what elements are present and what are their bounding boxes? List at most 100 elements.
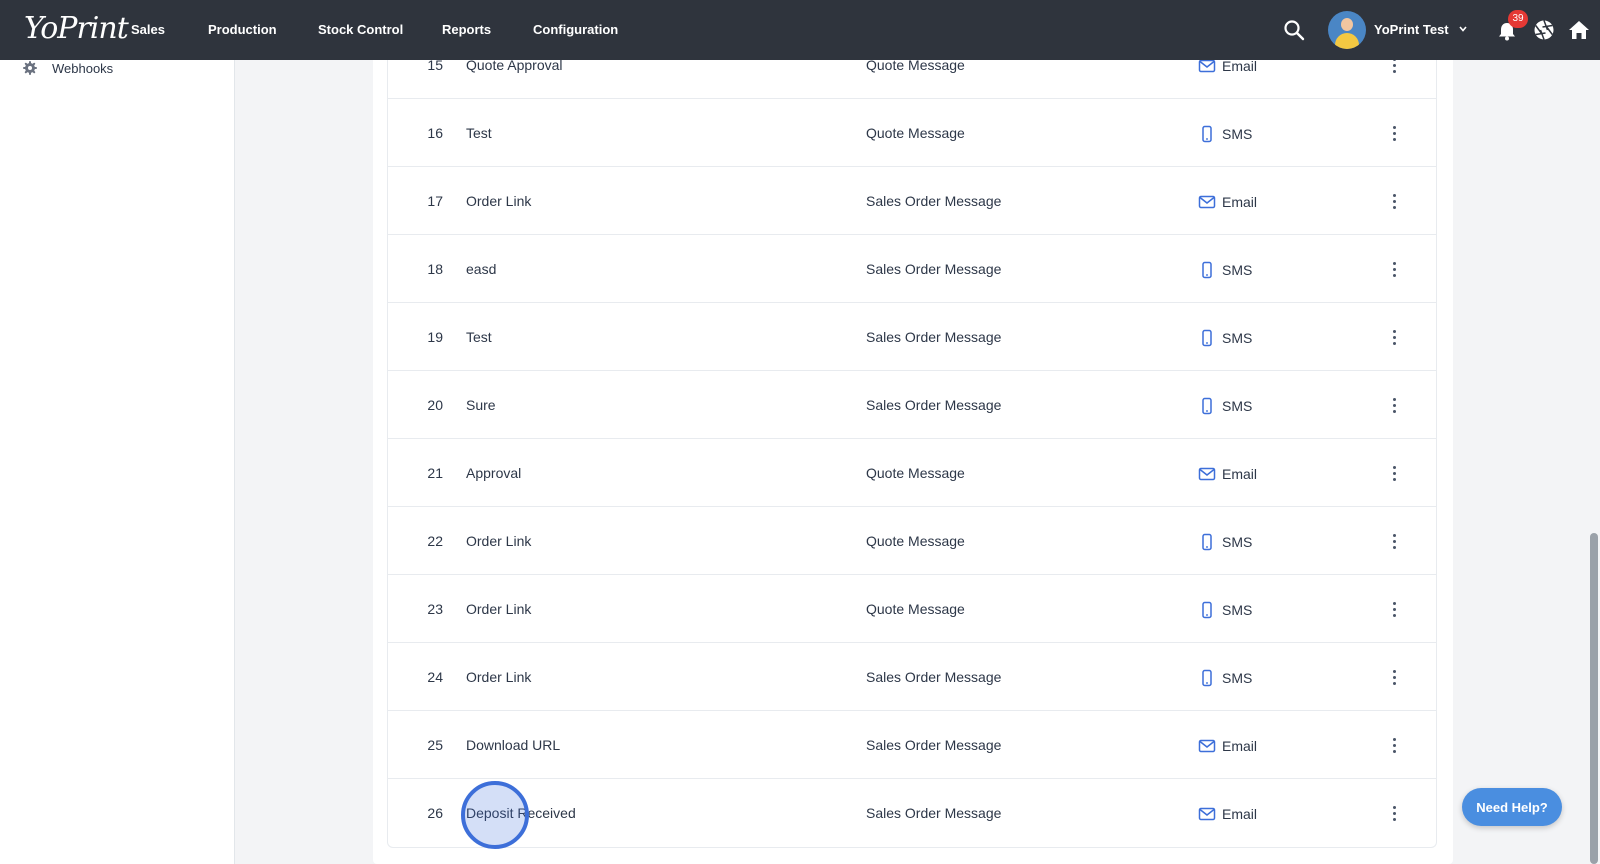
more-options-icon[interactable] — [1388, 663, 1400, 691]
row-id: 26 — [427, 805, 443, 821]
search-icon[interactable] — [1282, 18, 1306, 42]
channel-label: SMS — [1222, 398, 1253, 414]
table-row[interactable]: 19 Test Sales Order Message SMS — [388, 303, 1436, 371]
more-options-icon[interactable] — [1388, 391, 1400, 419]
channel: SMS — [1198, 669, 1252, 687]
template-name[interactable]: Test — [466, 125, 492, 141]
template-type: Quote Message — [866, 533, 965, 549]
nav-stock-control[interactable]: Stock Control — [318, 22, 403, 37]
channel-label: Email — [1222, 466, 1258, 482]
phone-icon — [1202, 329, 1212, 347]
table-row[interactable]: 25 Download URL Sales Order Message Email — [388, 711, 1436, 779]
channel: SMS — [1198, 601, 1252, 619]
channel-label: Email — [1222, 738, 1258, 754]
row-id: 25 — [427, 737, 443, 753]
more-options-icon[interactable] — [1388, 459, 1400, 487]
channel: Email — [1198, 465, 1257, 483]
user-name[interactable]: YoPrint Test — [1374, 22, 1449, 37]
channel-label: Email — [1222, 58, 1258, 74]
template-type: Sales Order Message — [866, 261, 1002, 277]
table-row[interactable]: 20 Sure Sales Order Message SMS — [388, 371, 1436, 439]
email-icon — [1198, 195, 1216, 209]
template-name[interactable]: Test — [466, 329, 492, 345]
template-name[interactable]: Order Link — [466, 193, 531, 209]
channel-label: SMS — [1222, 126, 1253, 142]
template-type: Sales Order Message — [866, 737, 1002, 753]
phone-icon — [1202, 533, 1212, 551]
chevron-down-icon[interactable] — [1457, 22, 1469, 36]
table-row[interactable]: 24 Order Link Sales Order Message SMS — [388, 643, 1436, 711]
sidebar-item-webhooks[interactable]: Webhooks — [22, 60, 113, 76]
more-options-icon[interactable] — [1388, 595, 1400, 623]
table-row[interactable]: 23 Order Link Quote Message SMS — [388, 575, 1436, 643]
template-type: Sales Order Message — [866, 329, 1002, 345]
table-row[interactable]: 21 Approval Quote Message Email — [388, 439, 1436, 507]
phone-icon — [1202, 125, 1212, 143]
more-options-icon[interactable] — [1388, 799, 1400, 827]
table-row[interactable]: 16 Test Quote Message SMS — [388, 99, 1436, 167]
template-name[interactable]: Download URL — [466, 737, 560, 753]
settings-sidebar: Webhooks — [0, 60, 235, 864]
yoprint-logo[interactable]: YoPrint — [24, 9, 129, 49]
row-id: 18 — [427, 261, 443, 277]
more-options-icon[interactable] — [1388, 323, 1400, 351]
template-type: Sales Order Message — [866, 805, 1002, 821]
more-options-icon[interactable] — [1388, 187, 1400, 215]
template-name[interactable]: Order Link — [466, 533, 531, 549]
channel: SMS — [1198, 261, 1252, 279]
channel-label: Email — [1222, 194, 1258, 210]
more-options-icon[interactable] — [1388, 731, 1400, 759]
more-options-icon[interactable] — [1388, 527, 1400, 555]
channel-label: SMS — [1222, 670, 1253, 686]
channel: SMS — [1198, 125, 1252, 143]
template-name[interactable]: Sure — [466, 397, 496, 413]
phone-icon — [1202, 669, 1212, 687]
channel: Email — [1198, 805, 1257, 823]
table-row[interactable]: 26 Deposit Received Sales Order Message Ema… — [388, 779, 1436, 847]
avatar[interactable] — [1328, 11, 1366, 49]
row-id: 23 — [427, 601, 443, 617]
more-options-icon[interactable] — [1388, 119, 1400, 147]
sidebar-item-label: Webhooks — [52, 60, 114, 76]
scrollbar-thumb[interactable] — [1590, 533, 1598, 864]
template-type: Quote Message — [866, 465, 965, 481]
channel-label: SMS — [1222, 602, 1253, 618]
table-row[interactable]: 22 Order Link Quote Message SMS — [388, 507, 1436, 575]
template-type: Sales Order Message — [866, 397, 1002, 413]
template-type: Sales Order Message — [866, 193, 1002, 209]
nav-sales[interactable]: Sales — [131, 22, 165, 37]
template-name[interactable]: Approval — [466, 465, 521, 481]
more-options-icon[interactable] — [1388, 255, 1400, 283]
channel-label: SMS — [1222, 330, 1253, 346]
top-navigation-bar: YoPrint Sales Production Stock Control R… — [0, 0, 1600, 60]
email-icon — [1198, 739, 1216, 753]
aperture-icon[interactable] — [1533, 19, 1555, 41]
template-name[interactable]: Deposit Received — [466, 805, 576, 821]
need-help-button[interactable]: Need Help? — [1462, 788, 1562, 826]
channel-label: SMS — [1222, 534, 1253, 550]
template-name[interactable]: Order Link — [466, 601, 531, 617]
row-id: 16 — [427, 125, 443, 141]
template-name[interactable]: easd — [466, 261, 496, 277]
home-icon[interactable] — [1568, 19, 1590, 41]
channel: Email — [1198, 737, 1257, 755]
gear-icon — [23, 61, 37, 75]
phone-icon — [1202, 601, 1212, 619]
nav-configuration[interactable]: Configuration — [533, 22, 618, 37]
table-row[interactable]: 17 Order Link Sales Order Message Email — [388, 167, 1436, 235]
nav-production[interactable]: Production — [208, 22, 277, 37]
template-type: Quote Message — [866, 125, 965, 141]
template-name[interactable]: Order Link — [466, 669, 531, 685]
email-icon — [1198, 807, 1216, 821]
channel-label: SMS — [1222, 262, 1253, 278]
nav-reports[interactable]: Reports — [442, 22, 491, 37]
row-id: 24 — [427, 669, 443, 685]
notification-badge: 39 — [1508, 10, 1528, 28]
table-row[interactable]: 18 easd Sales Order Message SMS — [388, 235, 1436, 303]
row-id: 17 — [427, 193, 443, 209]
email-icon — [1198, 467, 1216, 481]
avatar-body — [1335, 33, 1359, 49]
template-type: Sales Order Message — [866, 669, 1002, 685]
phone-icon — [1202, 261, 1212, 279]
channel-label: Email — [1222, 806, 1258, 822]
